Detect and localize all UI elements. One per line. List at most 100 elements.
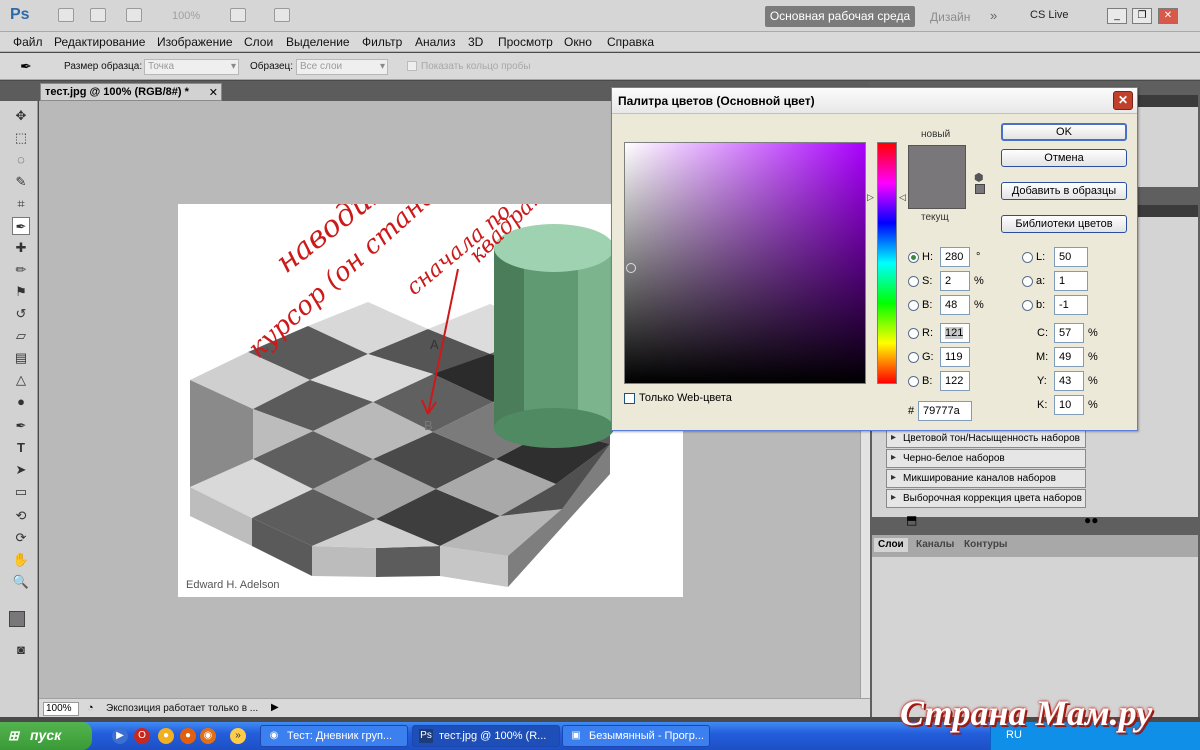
cancel-button[interactable]: Отмена bbox=[1001, 149, 1127, 167]
firefox-icon[interactable]: ◉ bbox=[200, 728, 216, 744]
quick-select-tool-icon[interactable]: ✎ bbox=[12, 173, 30, 191]
input-h[interactable]: 280 bbox=[940, 247, 970, 267]
eyedropper-preset-icon[interactable]: ✒ bbox=[20, 58, 32, 75]
input-r[interactable]: 121 bbox=[940, 323, 970, 343]
adjustment-preset-selective-color[interactable]: Выборочная коррекция цвета наборов bbox=[886, 489, 1086, 508]
arrange-documents-icon[interactable] bbox=[230, 8, 246, 22]
hue-slider-left-arrow-icon[interactable]: ▷ bbox=[867, 192, 874, 203]
eraser-tool-icon[interactable]: ▱ bbox=[12, 327, 30, 345]
document-image[interactable]: A B наводим курсор (он станет пипеткой) … bbox=[178, 204, 683, 597]
menu-filter[interactable]: Фильтр bbox=[362, 35, 402, 49]
dodge-tool-icon[interactable]: ● bbox=[12, 393, 30, 411]
radio-lab-b[interactable] bbox=[1022, 300, 1033, 311]
workspace-design-button[interactable]: Дизайн bbox=[930, 10, 970, 24]
input-hex[interactable]: 79777a bbox=[918, 401, 972, 421]
quicklaunch-icon-4[interactable]: ● bbox=[180, 728, 196, 744]
adjustment-preset-channel-mixer[interactable]: Микширование каналов наборов bbox=[886, 469, 1086, 488]
adjustment-preset-hue-saturation[interactable]: Цветовой тон/Насыщенность наборов bbox=[886, 429, 1086, 448]
show-ring-checkbox[interactable] bbox=[407, 61, 417, 71]
status-info-icon[interactable]: ◔ bbox=[87, 702, 94, 714]
radio-b[interactable] bbox=[908, 300, 919, 311]
opera-icon[interactable]: O bbox=[134, 728, 150, 744]
menu-help[interactable]: Справка bbox=[607, 35, 654, 49]
type-tool-icon[interactable]: T bbox=[12, 439, 30, 457]
restore-button[interactable]: ❐ bbox=[1132, 8, 1152, 24]
mini-bridge-icon[interactable] bbox=[90, 8, 106, 22]
screen-mode-icon[interactable] bbox=[274, 8, 290, 22]
color-libraries-button[interactable]: Библиотеки цветов bbox=[1001, 215, 1127, 233]
quicklaunch-icon-3[interactable]: ● bbox=[158, 728, 174, 744]
cs-live-button[interactable]: CS Live bbox=[1030, 9, 1069, 21]
radio-g[interactable] bbox=[908, 352, 919, 363]
web-colors-only-checkbox[interactable] bbox=[624, 393, 635, 404]
close-app-button[interactable]: ✕ bbox=[1158, 8, 1178, 24]
menu-edit[interactable]: Редактирование bbox=[54, 35, 145, 49]
zoom-level-display[interactable]: 100% bbox=[172, 10, 200, 22]
3d-rotate-tool-icon[interactable]: ⟲ bbox=[12, 507, 30, 525]
cube-warning-icon[interactable]: ⬢ bbox=[974, 171, 984, 184]
shape-tool-icon[interactable]: ▭ bbox=[12, 483, 30, 501]
foreground-color-swatch[interactable] bbox=[9, 611, 25, 627]
input-l[interactable]: 50 bbox=[1054, 247, 1088, 267]
eyedropper-tool-icon[interactable]: ✒ bbox=[12, 217, 30, 235]
input-k[interactable]: 10 bbox=[1054, 395, 1084, 415]
menu-view[interactable]: Просмотр bbox=[498, 35, 553, 49]
crop-tool-icon[interactable]: ⌗ bbox=[12, 195, 30, 213]
move-tool-icon[interactable]: ✥ bbox=[12, 107, 30, 125]
media-player-icon[interactable]: ▶ bbox=[112, 728, 128, 744]
taskbar-item-browser[interactable]: ◉ Тест: Дневник груп... bbox=[260, 725, 408, 747]
radio-a[interactable] bbox=[1022, 276, 1033, 287]
input-a[interactable]: 1 bbox=[1054, 271, 1088, 291]
adjustment-return-icon[interactable]: ⬒ bbox=[906, 513, 917, 527]
lasso-tool-icon[interactable]: ◌ bbox=[12, 151, 30, 169]
tab-paths[interactable]: Контуры bbox=[960, 538, 1011, 552]
show-more-icon[interactable]: » bbox=[230, 728, 246, 744]
dialog-close-button[interactable]: ✕ bbox=[1113, 91, 1133, 110]
sample-layers-select[interactable]: Все слои bbox=[296, 59, 388, 75]
clone-stamp-tool-icon[interactable]: ⚑ bbox=[12, 283, 30, 301]
input-m[interactable]: 49 bbox=[1054, 347, 1084, 367]
taskbar-item-photoshop[interactable]: Ps тест.jpg @ 100% (R... bbox=[412, 725, 560, 747]
radio-r[interactable] bbox=[908, 328, 919, 339]
ok-button[interactable]: OK bbox=[1001, 123, 1127, 141]
marquee-tool-icon[interactable]: ⬚ bbox=[12, 129, 30, 147]
input-blue[interactable]: 122 bbox=[940, 371, 970, 391]
brush-tool-icon[interactable]: ✏ bbox=[12, 261, 30, 279]
input-c[interactable]: 57 bbox=[1054, 323, 1084, 343]
menu-window[interactable]: Окно bbox=[564, 35, 592, 49]
input-g[interactable]: 119 bbox=[940, 347, 970, 367]
document-tab[interactable]: тест.jpg @ 100% (RGB/8#) * ✕ bbox=[40, 83, 222, 101]
workspace-essentials-button[interactable]: Основная рабочая среда bbox=[765, 6, 915, 27]
menu-analysis[interactable]: Анализ bbox=[415, 35, 456, 49]
input-s[interactable]: 2 bbox=[940, 271, 970, 291]
gradient-tool-icon[interactable]: ▤ bbox=[12, 349, 30, 367]
hue-slider-right-arrow-icon[interactable]: ◁ bbox=[899, 192, 906, 203]
taskbar-item-paint[interactable]: ▣ Безымянный - Прогр... bbox=[562, 725, 710, 747]
color-field[interactable] bbox=[624, 142, 866, 384]
status-menu-arrow-icon[interactable]: ▶ bbox=[271, 702, 279, 713]
menu-layers[interactable]: Слои bbox=[244, 35, 273, 49]
blur-tool-icon[interactable]: △ bbox=[12, 371, 30, 389]
path-select-tool-icon[interactable]: ➤ bbox=[12, 461, 30, 479]
color-field-marker[interactable] bbox=[626, 263, 636, 273]
bridge-icon[interactable] bbox=[58, 8, 74, 22]
zoom-field[interactable]: 100% bbox=[43, 702, 79, 716]
hue-slider[interactable] bbox=[877, 142, 897, 384]
quick-mask-icon[interactable]: ◙ bbox=[12, 641, 30, 659]
input-b[interactable]: 48 bbox=[940, 295, 970, 315]
radio-blue[interactable] bbox=[908, 376, 919, 387]
hand-tool-icon[interactable]: ✋ bbox=[12, 551, 30, 569]
input-y[interactable]: 43 bbox=[1054, 371, 1084, 391]
healing-brush-tool-icon[interactable]: ✚ bbox=[12, 239, 30, 257]
web-safe-swatch-icon[interactable] bbox=[975, 184, 985, 194]
tab-channels[interactable]: Каналы bbox=[912, 538, 958, 552]
radio-h[interactable] bbox=[908, 252, 919, 263]
tab-layers[interactable]: Слои bbox=[874, 538, 908, 552]
close-tab-icon[interactable]: ✕ bbox=[209, 86, 218, 99]
input-lab-b[interactable]: -1 bbox=[1054, 295, 1088, 315]
minimize-button[interactable]: _ bbox=[1107, 8, 1127, 24]
menu-file[interactable]: Файл bbox=[13, 35, 43, 49]
start-button[interactable]: ⊞ пуск bbox=[0, 722, 92, 750]
3d-orbit-tool-icon[interactable]: ⟳ bbox=[12, 529, 30, 547]
zoom-tool-icon[interactable]: 🔍 bbox=[12, 573, 30, 591]
